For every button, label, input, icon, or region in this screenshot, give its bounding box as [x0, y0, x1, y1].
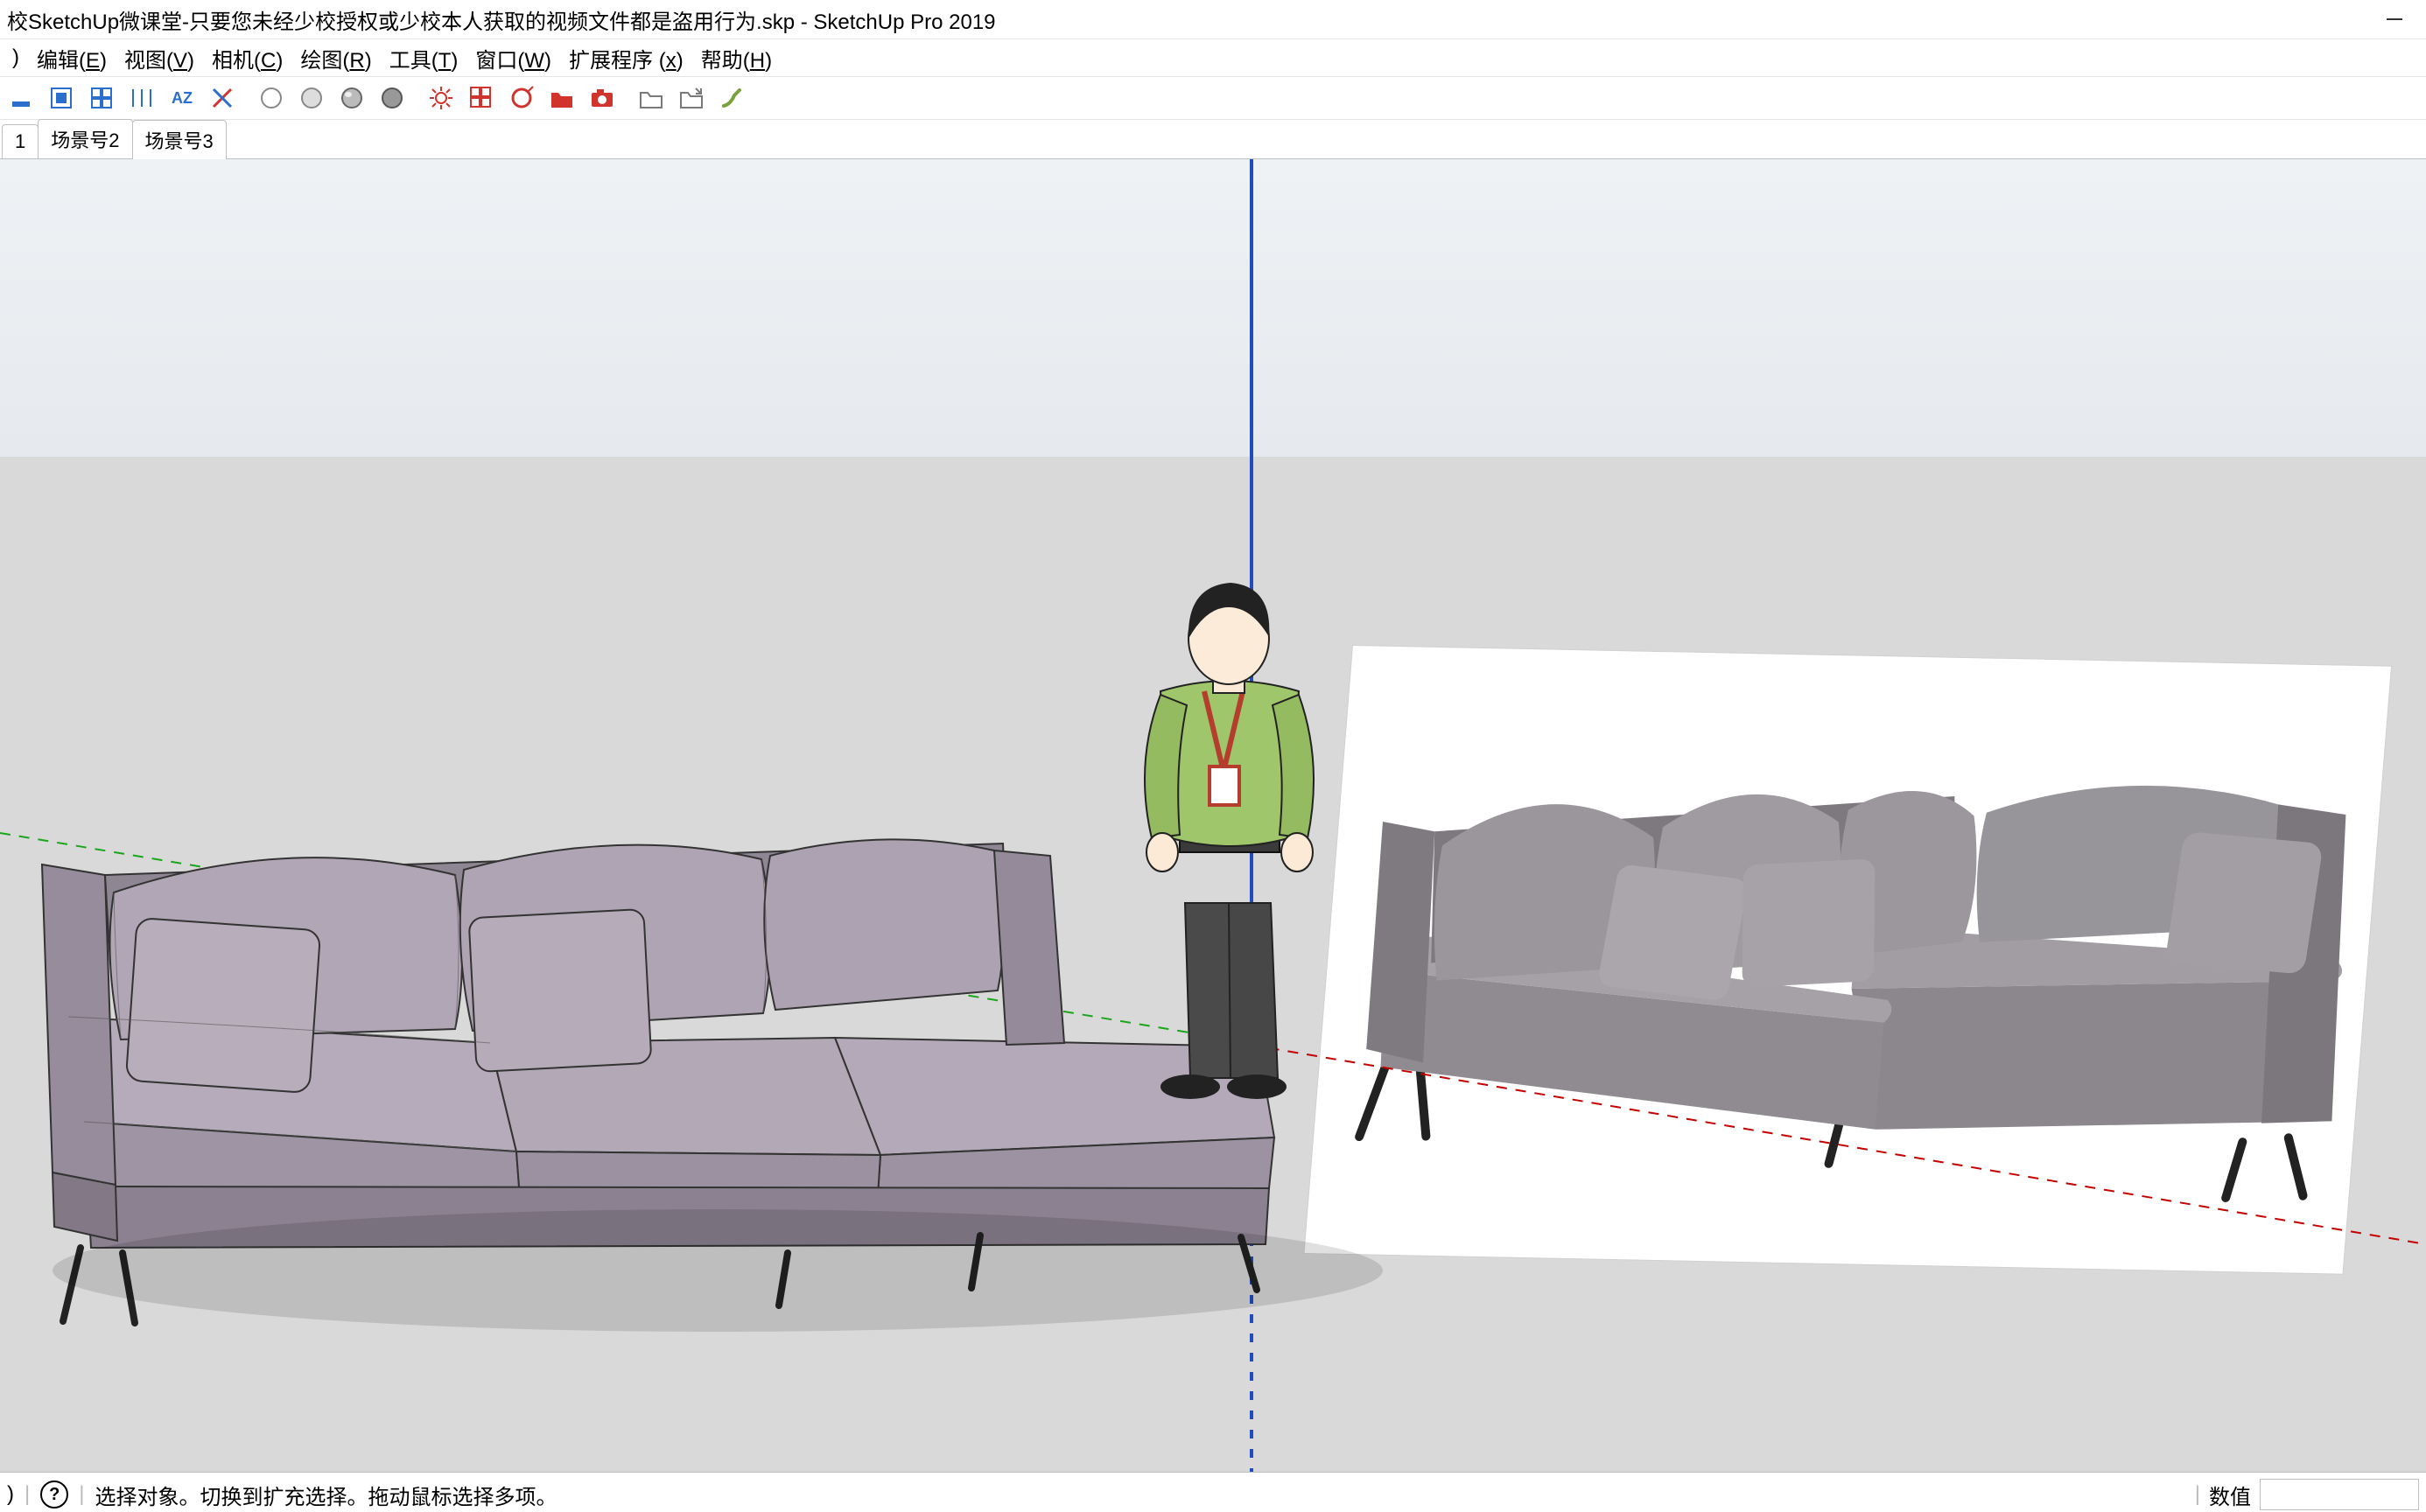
toolbar-separator — [245, 81, 249, 115]
measurements-input[interactable] — [2260, 1479, 2419, 1510]
status-bar: ) | ? | 选择对象。切换到扩充选择。拖动鼠标选择多项。 | 数值 — [0, 1472, 2426, 1512]
axis-red — [1250, 1045, 2426, 1244]
menu-window[interactable]: 窗口(W) — [466, 39, 560, 77]
scene-tab-2[interactable]: 场景号2 — [38, 119, 132, 158]
tool-hiddenline[interactable] — [294, 80, 329, 116]
tool-shaded[interactable] — [334, 80, 369, 116]
toolbar-separator — [415, 81, 418, 115]
menu-extensions[interactable]: 扩展程序 (x) — [560, 39, 692, 77]
title-bar: 校SketchUp微课堂-只要您未经少校授权或少校本人获取的视频文件都是盗用行为… — [0, 0, 2426, 39]
status-hint: 选择对象。切换到扩充选择。拖动鼠标选择多项。 — [95, 1480, 557, 1510]
menu-bar: ) 编辑(E) 视图(V) 相机(C) 绘图(R) 工具(T) 窗口(W) 扩展… — [0, 39, 2426, 76]
tool-export[interactable] — [674, 80, 709, 116]
tool-folder-red[interactable] — [544, 80, 579, 116]
tool-wireframe[interactable] — [254, 80, 289, 116]
scene-tab-1[interactable]: 1 — [2, 124, 39, 158]
scene-tab-3[interactable]: 场景号3 — [132, 120, 227, 159]
tool-draw-blue[interactable] — [4, 80, 39, 116]
tool-sun-red[interactable] — [424, 80, 459, 116]
menu-truncated: ) — [4, 42, 28, 74]
menu-camera[interactable]: 相机(C) — [203, 39, 291, 77]
tool-grid-red[interactable] — [464, 80, 499, 116]
toolbar: AZ — [0, 76, 2426, 120]
menu-help[interactable]: 帮助(H) — [692, 39, 781, 77]
svg-text:AZ: AZ — [172, 89, 193, 107]
tool-text[interactable]: AZ — [165, 80, 200, 116]
menu-tools[interactable]: 工具(T) — [381, 39, 467, 77]
tool-monochrome[interactable] — [375, 80, 410, 116]
menu-edit[interactable]: 编辑(E) — [28, 39, 116, 77]
status-divider: | — [79, 1482, 84, 1507]
tool-open[interactable] — [634, 80, 669, 116]
status-divider: | — [2195, 1482, 2200, 1507]
scene-overlay — [0, 159, 2426, 1472]
minimize-button[interactable] — [2370, 0, 2419, 38]
status-truncated: ) — [7, 1482, 14, 1507]
scene-tabs: 1 场景号2 场景号3 — [0, 120, 2426, 159]
tool-paintbrush[interactable] — [714, 80, 749, 116]
tool-grid[interactable] — [84, 80, 119, 116]
tool-components[interactable] — [44, 80, 79, 116]
status-divider: | — [25, 1482, 30, 1507]
menu-draw[interactable]: 绘图(R) — [291, 39, 380, 77]
menu-view[interactable]: 视图(V) — [116, 39, 203, 77]
tool-ring-red[interactable] — [504, 80, 539, 116]
vcb-label: 数值 — [2209, 1480, 2251, 1510]
help-icon[interactable]: ? — [40, 1480, 68, 1508]
tool-camera-red[interactable] — [585, 80, 620, 116]
scale-figure[interactable] — [1145, 583, 1314, 1099]
window-title: 校SketchUp微课堂-只要您未经少校授权或少校本人获取的视频文件都是盗用行为… — [7, 4, 2370, 35]
tool-dimension[interactable] — [124, 80, 159, 116]
viewport-3d[interactable] — [0, 159, 2426, 1472]
toolbar-separator — [625, 81, 628, 115]
tool-axis[interactable] — [205, 80, 240, 116]
